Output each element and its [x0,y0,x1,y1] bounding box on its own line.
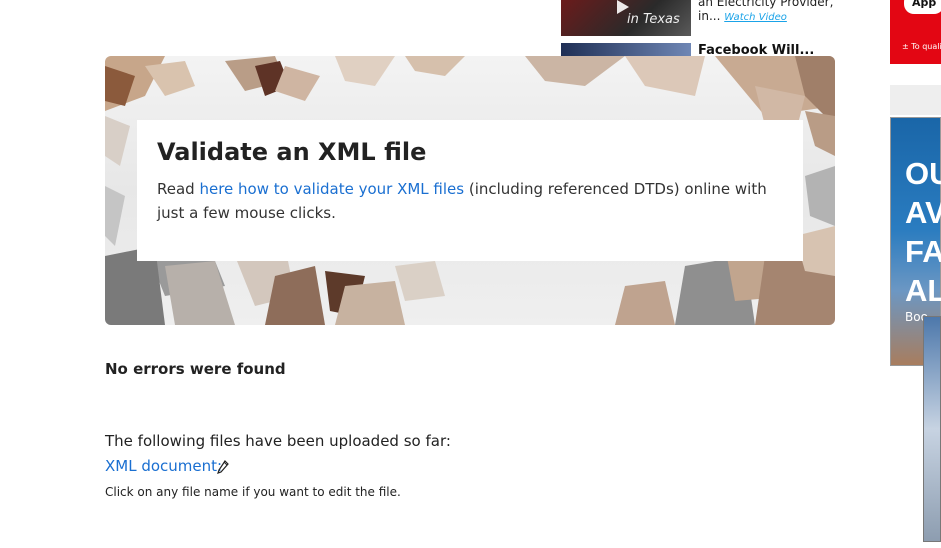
side-ad-disclaimer: ± To qualify [902,42,941,51]
side-ad-headline-line: AL [905,273,941,308]
ad-video-thumbnail[interactable]: in Texas [561,0,691,36]
side-ad-headline-line: AV [905,195,941,230]
ad-text-prefix: in... [698,9,721,23]
xml-document-link[interactable]: XML document: [105,457,222,475]
hero-banner: Validate an XML file Read here how to va… [105,56,835,325]
side-ad-red[interactable]: App ± To qualify [890,0,941,64]
validation-status: No errors were found [105,360,286,378]
pencil-icon[interactable] [217,460,229,474]
edit-hint: Click on any file name if you want to ed… [105,485,401,499]
watch-video-link[interactable]: Watch Video [724,12,787,23]
validate-howto-link[interactable]: here how to validate your XML files [199,180,464,198]
ad-thumbnail-2[interactable] [561,43,691,56]
hero-text-before: Read [157,180,200,198]
ad-text-line2: in... Watch Video [698,9,787,25]
side-ad-headline: OU AV FA AL [905,154,941,310]
hero-description: Read here how to validate your XML files… [157,177,787,225]
uploaded-files-label: The following files have been uploaded s… [105,432,451,450]
ad-text-line1: an Electricity Provider, [698,0,834,9]
ad-thumbnail-caption: in Texas [627,12,680,27]
side-ad-button[interactable]: App [904,0,941,14]
side-ad-headline-line: OU [905,156,941,191]
hero-card: Validate an XML file Read here how to va… [137,120,803,261]
side-ad-photo[interactable] [923,316,941,542]
page-title: Validate an XML file [157,138,427,166]
side-ad-headline-line: FA [905,234,941,269]
side-ad-divider [890,85,941,115]
